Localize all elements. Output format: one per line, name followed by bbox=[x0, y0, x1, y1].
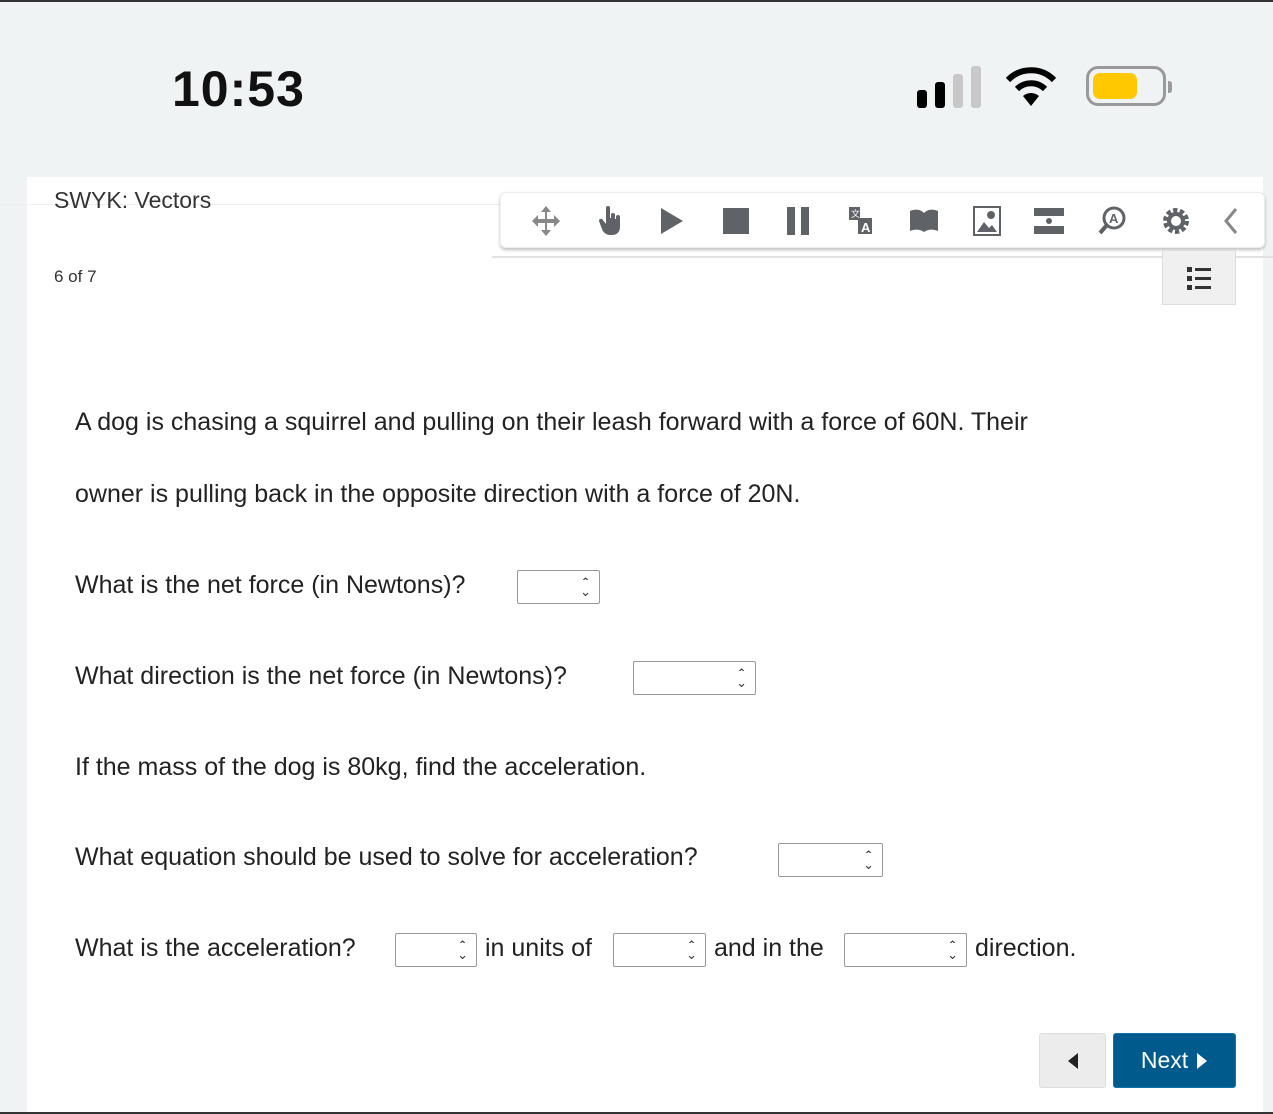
net-force-label: What is the net force (in Newtons)? bbox=[75, 571, 466, 599]
list-icon bbox=[1187, 266, 1211, 290]
settings-icon[interactable] bbox=[1160, 205, 1192, 237]
status-time: 10:53 bbox=[172, 61, 305, 117]
question-stem-line1: A dog is chasing a squirrel and pulling … bbox=[75, 408, 1028, 436]
direction-prefix-label: and in the bbox=[714, 934, 824, 962]
move-icon[interactable] bbox=[530, 205, 562, 237]
units-label: in units of bbox=[485, 934, 593, 962]
updown-chevron-icon: ⌃ ⌄ bbox=[863, 848, 874, 872]
updown-chevron-icon: ⌃ ⌄ bbox=[580, 575, 591, 599]
question-counter: 6 of 7 bbox=[54, 267, 97, 286]
units-dropdown[interactable]: ⌃ ⌄ bbox=[613, 933, 706, 967]
svg-text:A: A bbox=[861, 220, 871, 235]
dictionary-icon[interactable] bbox=[908, 205, 940, 237]
question-stem-line2: owner is pulling back in the opposite di… bbox=[75, 480, 801, 508]
equation-label: What equation should be used to solve fo… bbox=[75, 843, 698, 871]
equation-dropdown[interactable]: ⌃ ⌄ bbox=[778, 843, 883, 877]
net-force-dropdown[interactable]: ⌃ ⌄ bbox=[517, 570, 600, 604]
toolbar-divider bbox=[492, 256, 1273, 258]
svg-text:A: A bbox=[1109, 211, 1119, 226]
tts-toolbar: A文 A bbox=[500, 192, 1265, 248]
pause-icon[interactable] bbox=[782, 205, 814, 237]
acceleration-value-dropdown[interactable]: ⌃ ⌄ bbox=[395, 933, 477, 967]
content-panel bbox=[27, 177, 1263, 1114]
next-button[interactable]: Next bbox=[1113, 1033, 1236, 1088]
top-border bbox=[0, 0, 1273, 2]
signal-icon bbox=[917, 66, 983, 108]
net-force-direction-dropdown[interactable]: ⌃ ⌄ bbox=[633, 661, 756, 695]
play-icon[interactable] bbox=[656, 205, 688, 237]
stop-icon[interactable] bbox=[720, 205, 752, 237]
wifi-icon bbox=[1005, 67, 1057, 106]
acceleration-direction-dropdown[interactable]: ⌃ ⌄ bbox=[844, 933, 967, 967]
masking-icon[interactable] bbox=[1033, 205, 1065, 237]
translate-icon[interactable]: A文 bbox=[845, 205, 877, 237]
previous-button[interactable] bbox=[1039, 1033, 1106, 1088]
question-list-button[interactable] bbox=[1162, 250, 1236, 305]
next-label: Next bbox=[1140, 1047, 1189, 1073]
caret-left-icon bbox=[1067, 1052, 1078, 1069]
updown-chevron-icon: ⌃ ⌄ bbox=[457, 938, 468, 962]
caret-right-icon bbox=[1197, 1052, 1208, 1069]
page-title: SWYK: Vectors bbox=[54, 187, 212, 213]
updown-chevron-icon: ⌃ ⌄ bbox=[736, 666, 747, 690]
net-force-direction-label: What direction is the net force (in Newt… bbox=[75, 662, 567, 690]
picture-dictionary-icon[interactable] bbox=[971, 205, 1003, 237]
direction-suffix-label: direction. bbox=[975, 934, 1077, 962]
collapse-chevron-icon[interactable] bbox=[1215, 205, 1247, 237]
svg-text:文: 文 bbox=[851, 208, 860, 219]
acceleration-label: What is the acceleration? bbox=[75, 934, 356, 962]
mass-prompt: If the mass of the dog is 80kg, find the… bbox=[75, 753, 647, 781]
pointer-hand-icon[interactable] bbox=[593, 205, 625, 237]
updown-chevron-icon: ⌃ ⌄ bbox=[686, 938, 697, 962]
updown-chevron-icon: ⌃ ⌄ bbox=[947, 938, 958, 962]
battery-icon bbox=[1086, 66, 1172, 106]
text-magnifier-icon[interactable]: A bbox=[1096, 205, 1128, 237]
